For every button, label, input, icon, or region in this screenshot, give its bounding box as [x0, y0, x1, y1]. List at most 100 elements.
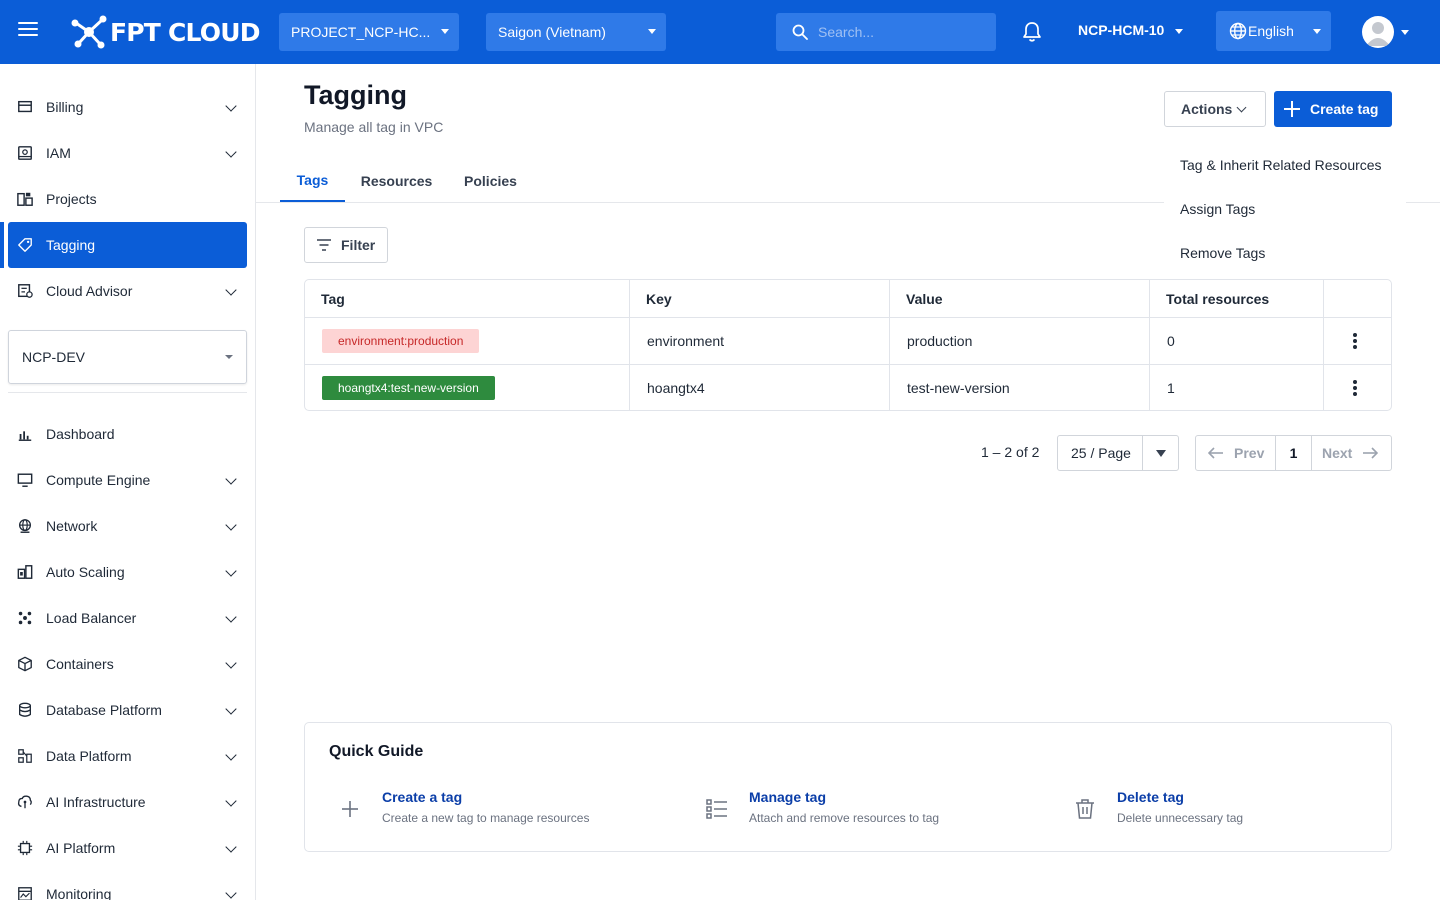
- top-bar: FPT CLOUD PROJECT_NCP-HC... Saigon (Viet…: [0, 0, 1440, 64]
- project-selector[interactable]: NCP-DEV: [8, 330, 247, 384]
- column-header-key[interactable]: Key: [630, 280, 890, 317]
- create-tag-button[interactable]: Create tag: [1274, 91, 1392, 127]
- page-size-select[interactable]: 25 / Page: [1057, 435, 1179, 471]
- sidebar-item-billing[interactable]: Billing: [8, 84, 247, 130]
- tab-tags[interactable]: Tags: [280, 160, 345, 203]
- avatar[interactable]: [1362, 16, 1394, 48]
- region-switcher[interactable]: NCP-HCM-10: [1078, 22, 1164, 38]
- tag-badge[interactable]: hoangtx4:test-new-version: [322, 376, 495, 400]
- project-selector-value: NCP-DEV: [22, 349, 86, 365]
- column-divider: [1323, 280, 1324, 410]
- menu-item-tag-inherit[interactable]: Tag & Inherit Related Resources: [1180, 157, 1382, 173]
- caret-down-icon[interactable]: [1156, 450, 1166, 457]
- sidebar-item-ai-infrastructure[interactable]: AI Infrastructure: [8, 779, 247, 825]
- search-input[interactable]: [818, 24, 978, 40]
- menu-item-remove-tags[interactable]: Remove Tags: [1180, 245, 1265, 261]
- more-options-icon[interactable]: [1345, 331, 1365, 351]
- quick-guide-panel: Quick Guide Create a tag Create a new ta…: [304, 722, 1392, 852]
- sidebar-item-containers[interactable]: Containers: [8, 641, 247, 687]
- sidebar-item-label: Database Platform: [46, 702, 162, 718]
- sidebar-item-label: Containers: [46, 656, 114, 672]
- sidebar-item-auto-scaling[interactable]: Auto Scaling: [8, 549, 247, 595]
- sidebar-item-monitoring[interactable]: Monitoring: [8, 871, 247, 900]
- sidebar-item-compute-engine[interactable]: Compute Engine: [8, 457, 247, 503]
- caret-down-icon: [1313, 29, 1321, 34]
- prev-label: Prev: [1234, 445, 1265, 461]
- column-header-total-resources[interactable]: Total resources: [1150, 280, 1324, 317]
- sidebar-item-label: AI Infrastructure: [46, 794, 146, 810]
- caret-down-icon: [441, 29, 449, 34]
- filter-label: Filter: [341, 237, 376, 253]
- billing-icon: [16, 98, 34, 116]
- actions-menu: Tag & Inherit Related Resources Assign T…: [1164, 141, 1406, 280]
- language-label: English: [1248, 23, 1294, 39]
- region-dropdown[interactable]: Saigon (Vietnam): [486, 13, 666, 51]
- sidebar-item-load-balancer[interactable]: Load Balancer: [8, 595, 247, 641]
- sidebar-item-label: Billing: [46, 99, 84, 115]
- chevron-down-icon: [225, 565, 237, 577]
- sidebar-item-label: Load Balancer: [46, 610, 137, 626]
- sidebar-item-label: AI Platform: [46, 840, 116, 856]
- sidebar-item-network[interactable]: Network: [8, 503, 247, 549]
- data-platform-icon: [16, 747, 34, 765]
- guide-link-delete-tag[interactable]: Delete tag: [1117, 789, 1184, 805]
- sidebar-item-data-platform[interactable]: Data Platform: [8, 733, 247, 779]
- sidebar-item-dashboard[interactable]: Dashboard: [8, 411, 247, 457]
- sidebar-item-projects[interactable]: Projects: [8, 176, 247, 222]
- sidebar-item-iam[interactable]: IAM: [8, 130, 247, 176]
- caret-down-icon[interactable]: [1175, 29, 1183, 34]
- page-subtitle: Manage all tag in VPC: [304, 119, 444, 135]
- next-page-button[interactable]: Next: [1322, 445, 1379, 461]
- sidebar-item-tagging[interactable]: Tagging: [8, 222, 247, 268]
- sidebar-item-label: Auto Scaling: [46, 564, 125, 580]
- sidebar-item-ai-platform[interactable]: AI Platform: [8, 825, 247, 871]
- cube-icon: [16, 655, 34, 673]
- menu-item-assign-tags[interactable]: Assign Tags: [1180, 201, 1255, 217]
- sidebar-item-label: IAM: [46, 145, 71, 161]
- page-number-current[interactable]: 1: [1275, 436, 1312, 470]
- guide-link-manage-tag[interactable]: Manage tag: [749, 789, 826, 805]
- more-options-icon[interactable]: [1345, 378, 1365, 398]
- active-indicator: [0, 222, 4, 268]
- filter-button[interactable]: Filter: [304, 227, 388, 263]
- tab-policies[interactable]: Policies: [448, 160, 533, 202]
- actions-button[interactable]: Actions: [1164, 91, 1266, 127]
- bell-icon[interactable]: [1022, 21, 1042, 43]
- monitor-icon: [16, 471, 34, 489]
- tab-resources[interactable]: Resources: [345, 160, 448, 202]
- fpt-cloud-logo[interactable]: FPT CLOUD: [70, 14, 260, 50]
- guide-desc: Attach and remove resources to tag: [749, 811, 940, 825]
- sidebar-item-database-platform[interactable]: Database Platform: [8, 687, 247, 733]
- language-selector[interactable]: English: [1216, 11, 1331, 51]
- globe-icon: [1229, 22, 1247, 40]
- page-size-value: 25 / Page: [1071, 445, 1131, 461]
- menu-icon[interactable]: [18, 22, 38, 42]
- guide-item-delete: Delete tag Delete unnecessary tag: [1073, 787, 1373, 831]
- logo-text: FPT CLOUD: [110, 17, 260, 47]
- tag-badge[interactable]: environment:production: [322, 329, 480, 353]
- tag-cell: environment:production: [305, 318, 629, 364]
- chevron-down-icon: [225, 473, 237, 485]
- tags-table: Tag Key Value Total resources environmen…: [304, 279, 1392, 411]
- caret-down-icon[interactable]: [1401, 30, 1409, 35]
- sidebar-item-cloud-advisor[interactable]: Cloud Advisor: [8, 268, 247, 314]
- guide-item-create: Create a tag Create a new tag to manage …: [338, 787, 668, 831]
- key-cell: hoangtx4: [647, 380, 705, 396]
- caret-down-icon: [225, 355, 233, 359]
- prev-page-button[interactable]: Prev: [1208, 445, 1264, 461]
- list-icon: [706, 799, 727, 819]
- ai-infra-icon: [16, 793, 34, 811]
- logo-mark-icon: [71, 15, 107, 49]
- project-dropdown[interactable]: PROJECT_NCP-HC...: [279, 13, 459, 51]
- column-header-tag[interactable]: Tag: [305, 280, 630, 317]
- column-header-value[interactable]: Value: [890, 280, 1150, 317]
- sidebar-item-label: Data Platform: [46, 748, 132, 764]
- load-balancer-icon: [16, 609, 34, 627]
- arrow-left-icon: [1208, 447, 1223, 459]
- chevron-down-icon: [225, 749, 237, 761]
- sidebar-item-label: Compute Engine: [46, 472, 151, 488]
- chevron-down-icon: [225, 841, 237, 853]
- sidebar-item-label: Monitoring: [46, 886, 112, 900]
- guide-link-create-tag[interactable]: Create a tag: [382, 789, 462, 805]
- chip-icon: [16, 839, 34, 857]
